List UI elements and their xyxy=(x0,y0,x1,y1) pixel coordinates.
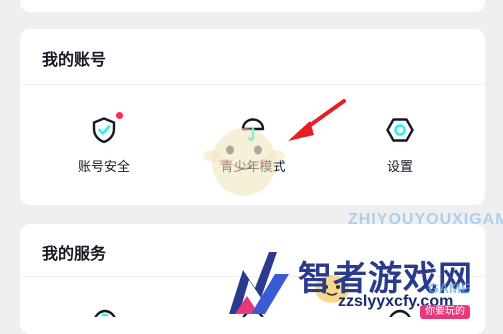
account-security-button[interactable]: 账号安全 xyxy=(54,112,154,175)
account-card: 我的账号 账号安全 青少年模式 设置 xyxy=(20,29,485,205)
service-icon-partial[interactable] xyxy=(90,309,120,317)
shield-check-icon xyxy=(92,117,116,144)
previous-card xyxy=(20,0,485,12)
account-divider xyxy=(20,84,485,85)
settings-button[interactable]: 设置 xyxy=(350,116,450,175)
account-section-title: 我的账号 xyxy=(42,52,107,69)
teen-mode-label: 青少年模式 xyxy=(220,159,286,174)
service-icon xyxy=(94,309,116,317)
umbrella-icon xyxy=(241,118,265,142)
settings-label: 设置 xyxy=(386,159,413,174)
notification-dot xyxy=(116,112,123,119)
services-section-title: 我的服务 xyxy=(42,246,107,263)
watermark-logo xyxy=(229,252,289,314)
account-security-label: 账号安全 xyxy=(77,159,130,174)
watermark-faint-text: ZHIYOUYOUXIGAME xyxy=(348,211,503,228)
hexagon-settings-icon xyxy=(386,118,414,142)
teen-mode-button[interactable]: 青少年模式 xyxy=(203,116,303,175)
